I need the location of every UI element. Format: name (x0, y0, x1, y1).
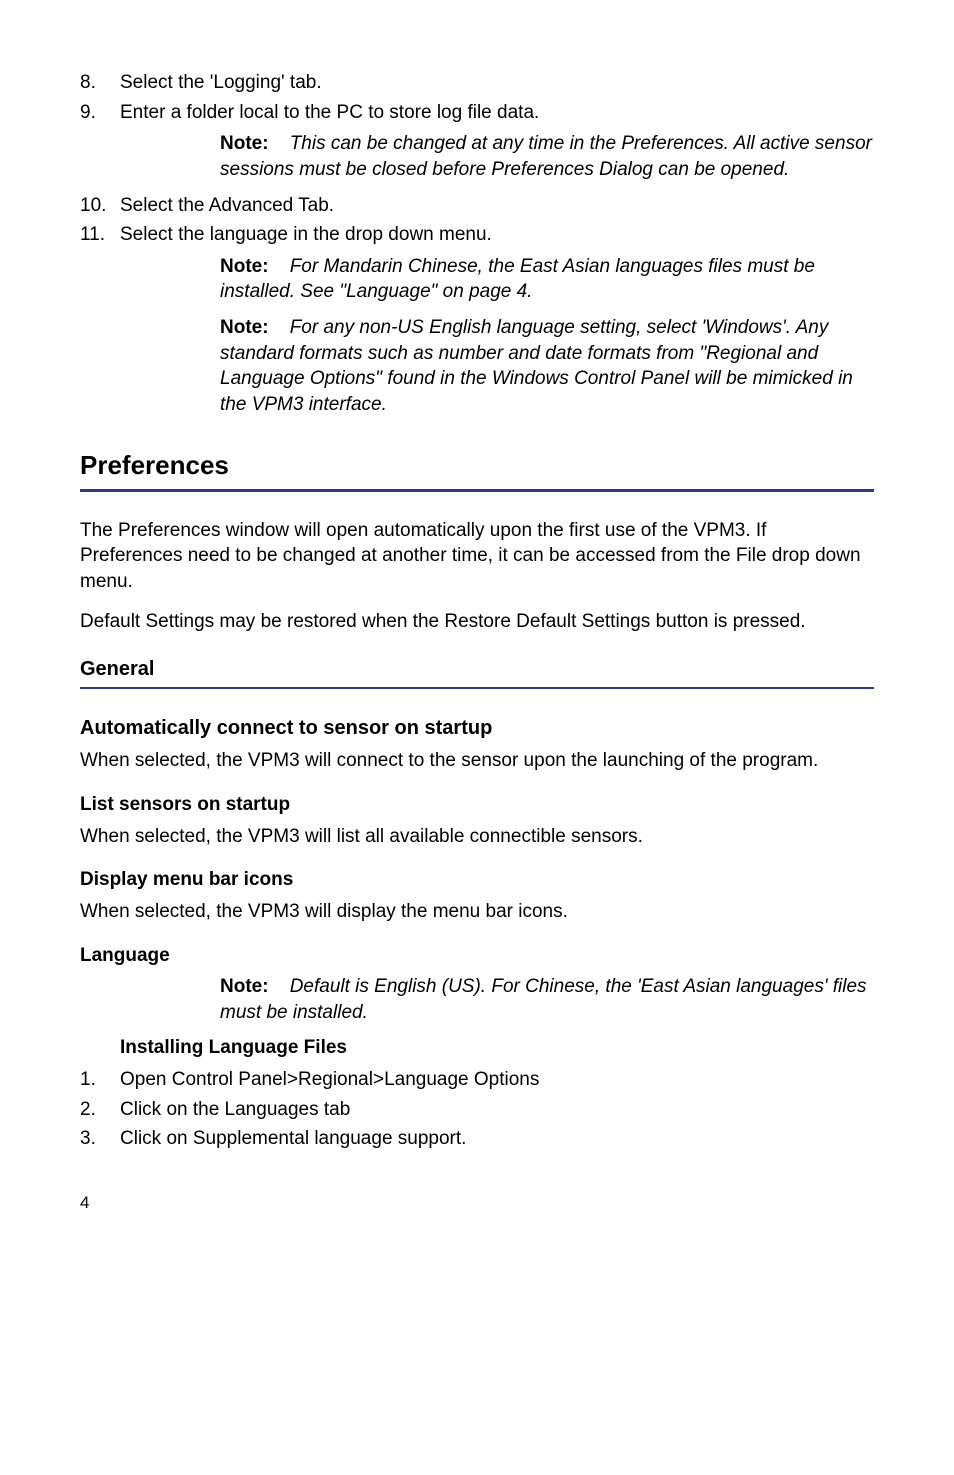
list-item: 3. Click on Supplemental language suppor… (80, 1126, 874, 1152)
note-label: Note: (220, 133, 269, 154)
list-number: 3. (80, 1126, 120, 1152)
list-item: 9. Enter a folder local to the PC to sto… (80, 100, 874, 126)
note-block: Note: For any non-US English language se… (220, 315, 874, 418)
list-text: Click on the Languages tab (120, 1097, 874, 1123)
list-text: Enter a folder local to the PC to store … (120, 100, 874, 126)
page-number: 4 (80, 1192, 874, 1215)
preferences-paragraph: The Preferences window will open automat… (80, 518, 874, 595)
note-label: Note: (220, 317, 269, 338)
note-block: Note: Default is English (US). For Chine… (220, 974, 874, 1025)
list-number: 1. (80, 1067, 120, 1093)
list-item: 11. Select the language in the drop down… (80, 222, 874, 248)
note-block: Note: This can be changed at any time in… (220, 131, 874, 182)
language-heading: Language (80, 943, 874, 969)
list-item: 8. Select the 'Logging' tab. (80, 70, 874, 96)
installing-language-files-heading: Installing Language Files (120, 1035, 874, 1061)
note-block: Note: For Mandarin Chinese, the East Asi… (220, 254, 874, 305)
list-text: Click on Supplemental language support. (120, 1126, 874, 1152)
list-number: 9. (80, 100, 120, 126)
preferences-paragraph: Default Settings may be restored when th… (80, 609, 874, 635)
auto-connect-paragraph: When selected, the VPM3 will connect to … (80, 748, 874, 774)
display-icons-heading: Display menu bar icons (80, 867, 874, 893)
preferences-heading: Preferences (80, 448, 874, 492)
list-text: Select the 'Logging' tab. (120, 70, 874, 96)
note-text: For Mandarin Chinese, the East Asian lan… (220, 256, 815, 303)
list-sensors-paragraph: When selected, the VPM3 will list all av… (80, 824, 874, 850)
general-heading: General (80, 656, 874, 689)
list-text: Open Control Panel>Regional>Language Opt… (120, 1067, 874, 1093)
list-item: 10. Select the Advanced Tab. (80, 193, 874, 219)
note-text: Default is English (US). For Chinese, th… (220, 976, 867, 1023)
list-item: 2. Click on the Languages tab (80, 1097, 874, 1123)
note-label: Note: (220, 976, 269, 997)
list-text: Select the language in the drop down men… (120, 222, 874, 248)
display-icons-paragraph: When selected, the VPM3 will display the… (80, 899, 874, 925)
list-sensors-heading: List sensors on startup (80, 792, 874, 818)
list-item: 1. Open Control Panel>Regional>Language … (80, 1067, 874, 1093)
note-label: Note: (220, 256, 269, 277)
list-number: 10. (80, 193, 120, 219)
note-text: For any non-US English language setting,… (220, 317, 853, 415)
note-text: This can be changed at any time in the P… (220, 133, 872, 180)
list-number: 2. (80, 1097, 120, 1123)
auto-connect-heading: Automatically connect to sensor on start… (80, 715, 874, 742)
list-text: Select the Advanced Tab. (120, 193, 874, 219)
list-number: 11. (80, 222, 120, 248)
list-number: 8. (80, 70, 120, 96)
